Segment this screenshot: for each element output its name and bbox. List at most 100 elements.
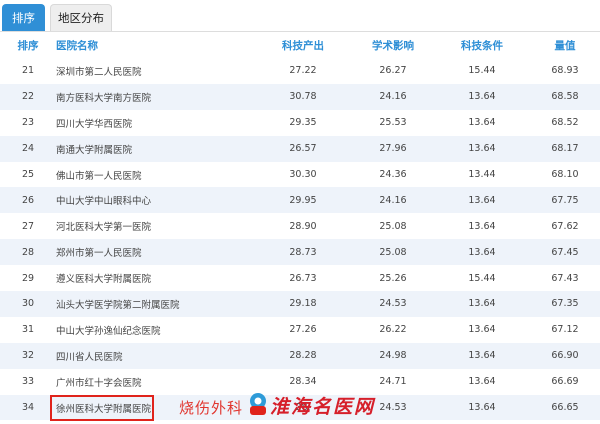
hospital-name-cell: 深圳市第二人民医院: [56, 66, 142, 78]
hospital-name-cell: 中山大学中山眼科中心: [56, 196, 152, 208]
conditions-cell: 13.64: [468, 402, 496, 414]
influence-cell: 24.16: [379, 194, 407, 206]
table-row[interactable]: 26 中山大学中山眼科中心 29.95 24.16 13.64 67.75: [0, 187, 600, 214]
table-row[interactable]: 21 深圳市第二人民医院 27.22 26.27 15.44 68.93: [0, 58, 600, 84]
watermark-text: 烧伤外科: [179, 399, 244, 417]
rank-cell: 29: [21, 272, 35, 284]
table-row[interactable]: 25 佛山市第一人民医院 30.30 24.36 13.44 68.10: [0, 161, 600, 188]
header-hospital-name[interactable]: 医院名称: [56, 33, 98, 58]
conditions-cell: 13.64: [468, 350, 496, 362]
tab-divider: [0, 31, 600, 32]
score-cell: 67.12: [551, 324, 579, 336]
score-cell: 68.58: [551, 91, 579, 103]
score-cell: 68.93: [551, 65, 579, 77]
header-conditions[interactable]: 科技条件: [447, 33, 517, 58]
hospital-name-cell: 南方医科大学南方医院: [56, 92, 152, 104]
header-rank[interactable]: 排序: [0, 33, 56, 58]
influence-cell: 26.27: [379, 65, 407, 77]
score-cell: 67.43: [551, 272, 579, 284]
influence-cell: 24.36: [379, 169, 407, 180]
rank-cell: 30: [21, 298, 35, 310]
output-cell: 28.73: [289, 246, 317, 258]
conditions-cell: 13.64: [468, 246, 496, 258]
tab-bar: 排序 地区分布: [0, 0, 600, 32]
hospital-name-cell: 佛山市第一人民医院: [56, 170, 142, 182]
score-cell: 68.52: [551, 117, 579, 129]
hospital-name-cell: 四川省人民医院: [56, 351, 123, 363]
table-row[interactable]: 28 郑州市第一人民医院 28.73 25.08 13.64 67.45: [0, 239, 600, 266]
conditions-cell: 15.44: [468, 272, 496, 284]
rank-cell: 21: [21, 65, 35, 77]
output-cell: 27.26: [289, 324, 317, 336]
influence-cell: 25.08: [379, 220, 407, 232]
table-row[interactable]: 23 四川大学华西医院 29.35 25.53 13.64 68.52: [0, 109, 600, 136]
score-cell: 67.35: [551, 298, 579, 310]
header-output[interactable]: 科技产出: [268, 33, 338, 58]
rank-cell: 23: [21, 117, 35, 129]
output-cell: 30.78: [289, 91, 317, 103]
table-row[interactable]: 22 南方医科大学南方医院 30.78 24.16 13.64 68.58: [0, 83, 600, 110]
output-cell: 27.22: [289, 65, 317, 77]
tab-region-distribution[interactable]: 地区分布: [50, 4, 112, 31]
rank-cell: 33: [21, 376, 35, 388]
rank-cell: 28: [21, 246, 35, 258]
score-cell: 68.10: [551, 169, 579, 180]
output-cell: 28.34: [289, 376, 317, 388]
table-row[interactable]: 29 遵义医科大学附属医院 26.73 25.26 15.44 67.43: [0, 265, 600, 292]
table-row[interactable]: 27 河北医科大学第一医院 28.90 25.08 13.64 67.62: [0, 213, 600, 240]
score-cell: 66.90: [551, 350, 579, 362]
score-cell: 66.69: [551, 376, 579, 388]
output-cell: 26.57: [289, 143, 317, 155]
influence-cell: 24.98: [379, 350, 407, 362]
score-cell: 67.62: [551, 220, 579, 232]
rank-cell: 32: [21, 350, 35, 362]
score-cell: 67.45: [551, 246, 579, 258]
output-cell: 28.90: [289, 220, 317, 232]
influence-cell: 27.96: [379, 143, 407, 155]
hospital-name-cell: 四川大学华西医院: [56, 118, 133, 130]
rank-cell: 22: [21, 91, 35, 103]
output-cell: 30.30: [289, 169, 317, 180]
tab-ranking[interactable]: 排序: [2, 4, 45, 31]
rank-cell: 26: [21, 194, 35, 206]
header-score[interactable]: 量值: [535, 33, 595, 58]
rank-cell: 31: [21, 324, 35, 336]
hospital-name-cell: 河北医科大学第一医院: [56, 222, 152, 234]
output-cell: 29.35: [289, 117, 317, 129]
table-row[interactable]: 32 四川省人民医院 28.28 24.98 13.64 66.90: [0, 342, 600, 369]
conditions-cell: 15.44: [468, 65, 496, 77]
table-row[interactable]: 33 广州市红十字会医院 28.34 24.71 13.64 66.69: [0, 368, 600, 395]
output-cell: 26.73: [289, 272, 317, 284]
hospital-name-cell: 南通大学附属医院: [56, 144, 133, 156]
conditions-cell: 13.64: [468, 194, 496, 206]
hospital-name-cell: 徐州医科大学附属医院: [56, 403, 152, 415]
hospital-name-cell: 广州市红十字会医院: [56, 377, 142, 389]
score-cell: 66.65: [551, 402, 579, 414]
table-row[interactable]: 24 南通大学附属医院 26.57 27.96 13.64 68.17: [0, 135, 600, 162]
score-cell: 68.17: [551, 143, 579, 155]
watermark-site-name: 淮海名医网: [270, 396, 376, 418]
influence-cell: 25.26: [379, 272, 407, 284]
conditions-cell: 13.64: [468, 324, 496, 336]
watermark-logo-icon: [250, 393, 266, 415]
influence-cell: 24.53: [379, 298, 407, 310]
output-cell: 29.18: [289, 298, 317, 310]
hospital-name-cell: 遵义医科大学附属医院: [56, 274, 152, 286]
influence-cell: 25.53: [379, 117, 407, 129]
score-cell: 67.75: [551, 194, 579, 206]
table-body: 21 深圳市第二人民医院 27.22 26.27 15.44 68.93 22 南方医科大学南…: [0, 58, 600, 421]
influence-cell: 24.16: [379, 91, 407, 103]
hospital-name-cell: 郑州市第一人民医院: [56, 248, 142, 260]
rank-cell: 27: [21, 220, 35, 232]
influence-cell: 26.22: [379, 324, 407, 336]
table-row[interactable]: 30 汕头大学医学院第二附属医院 29.18 24.53 13.64 67.35: [0, 291, 600, 317]
ranking-table: 排序 医院名称 科技产出 学术影响 科技条件 量值 21 深圳市第二人民医院 27.…: [0, 33, 600, 421]
table-row[interactable]: 31 中山大学孙逸仙纪念医院 27.26 26.22 13.64 67.12: [0, 316, 600, 343]
header-influence[interactable]: 学术影响: [358, 33, 428, 58]
conditions-cell: 13.44: [468, 169, 496, 180]
output-cell: 29.95: [289, 194, 317, 206]
conditions-cell: 13.64: [468, 91, 496, 103]
hospital-name-cell: 汕头大学医学院第二附属医院: [56, 299, 180, 311]
hospital-name-cell: 中山大学孙逸仙纪念医院: [56, 325, 161, 337]
influence-cell: 25.08: [379, 246, 407, 258]
